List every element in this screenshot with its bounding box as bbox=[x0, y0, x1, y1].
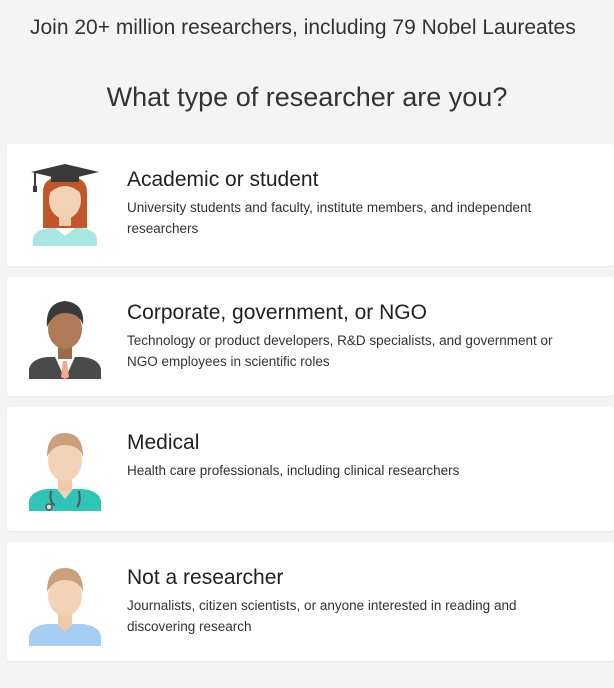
option-title: Academic or student bbox=[127, 168, 319, 191]
academic-avatar-icon bbox=[27, 162, 103, 246]
corporate-avatar-icon bbox=[27, 295, 103, 379]
join-headline: Join 20+ million researchers, including … bbox=[30, 16, 576, 39]
option-card-academic[interactable]: Academic or student University students … bbox=[7, 144, 614, 266]
option-title: Corporate, government, or NGO bbox=[127, 301, 427, 324]
option-title: Not a researcher bbox=[127, 566, 284, 589]
option-card-non-researcher[interactable]: Not a researcher Journalists, citizen sc… bbox=[7, 542, 614, 661]
option-title: Medical bbox=[127, 431, 200, 454]
option-description: Technology or product developers, R&D sp… bbox=[127, 333, 553, 369]
medical-avatar-icon bbox=[27, 427, 103, 511]
option-description: Journalists, citizen scientists, or anyo… bbox=[127, 598, 517, 634]
option-card-corporate[interactable]: Corporate, government, or NGO Technology… bbox=[7, 277, 614, 396]
researcher-type-question: What type of researcher are you? bbox=[106, 82, 508, 112]
option-description: Health care professionals, including cli… bbox=[127, 463, 460, 478]
option-description: University students and faculty, institu… bbox=[127, 200, 532, 236]
non-researcher-avatar-icon bbox=[27, 562, 103, 646]
option-card-medical[interactable]: Medical Health care professionals, inclu… bbox=[7, 407, 614, 531]
